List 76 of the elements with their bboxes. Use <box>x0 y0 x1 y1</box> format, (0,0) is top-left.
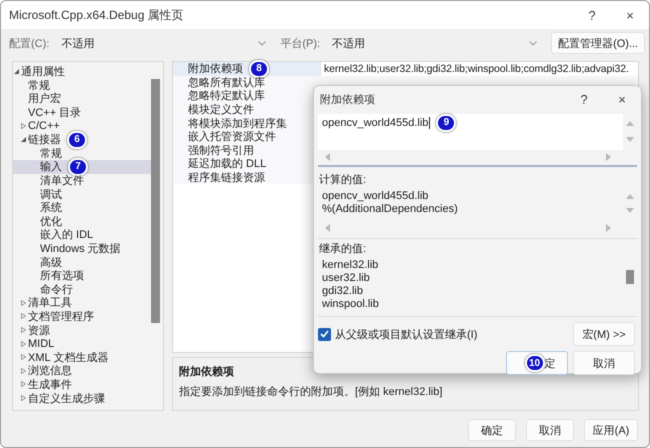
tree-item[interactable]: MIDL <box>28 338 54 350</box>
scrollbar-thumb[interactable] <box>626 270 634 284</box>
tree-item[interactable]: 嵌入的 IDL <box>40 227 94 242</box>
dialog-title: 附加依赖项 <box>320 92 375 106</box>
scroll-down-icon <box>626 207 634 215</box>
inherited-value: kernel32.lib <box>322 258 380 271</box>
tree-item[interactable]: 命令行 <box>40 282 73 297</box>
configuration-manager-button[interactable]: 配置管理器(O)... <box>551 32 646 54</box>
window-title: Microsoft.Cpp.x64.Debug 属性页 <box>9 6 184 24</box>
section-label: 继承的值: <box>318 242 368 256</box>
tree-item[interactable]: 用户宏 <box>28 91 61 106</box>
section-label: 计算的值: <box>318 173 368 187</box>
scroll-left-icon <box>324 224 332 232</box>
property-name[interactable]: 将模块添加到程序集 <box>188 116 287 131</box>
inherited-value: winspool.lib <box>322 297 380 310</box>
tree-item[interactable]: 清单文件 <box>40 173 84 188</box>
tree-item[interactable]: 浏览信息 <box>28 363 72 378</box>
close-button[interactable]: × <box>611 2 649 28</box>
computed-value: %(AdditionalDependencies) <box>322 202 458 214</box>
field-label: 平台(P): <box>280 36 320 50</box>
tree-item[interactable]: Windows 元数据 <box>40 241 121 256</box>
dialog-button[interactable]: 取消 <box>526 419 574 441</box>
tree-item[interactable]: XML 文档生成器 <box>28 350 108 365</box>
property-name[interactable]: 强制符号引用 <box>188 142 254 158</box>
computed-value: opencv_world455d.lib <box>322 190 428 202</box>
edit-field[interactable]: opencv_world455d.lib 9 <box>318 114 637 150</box>
dialog-button[interactable]: 应用(A) <box>584 419 638 441</box>
property-name[interactable]: 模块定义文件 <box>188 102 254 118</box>
tree-item[interactable]: 高级 <box>40 254 62 270</box>
field-label: 配置(C): <box>9 36 50 50</box>
property-name[interactable]: 忽略特定默认库 <box>188 88 265 104</box>
dialog-button[interactable]: 确定 <box>468 419 516 441</box>
property-name[interactable]: 附加依赖项 <box>188 61 243 76</box>
scroll-up-icon <box>626 193 634 201</box>
tree-item[interactable]: VC++ 目录 <box>28 105 82 120</box>
inherited-value: gdi32.lib <box>322 284 364 297</box>
help-button[interactable]: ? <box>573 2 611 28</box>
step-badge: 7 <box>68 158 88 176</box>
step-badge: 6 <box>67 130 87 149</box>
tree-item[interactable]: 所有选项 <box>40 268 84 284</box>
tree-item[interactable]: 文档管理程序 <box>28 308 94 324</box>
tree-item[interactable]: 生成事件 <box>28 376 72 392</box>
tree-item[interactable]: 清单工具 <box>28 295 72 310</box>
chevron-down-icon <box>258 40 266 46</box>
property-name[interactable]: 程序集链接资源 <box>188 170 265 186</box>
tree-item[interactable]: 通用属性 <box>21 64 65 80</box>
inherited-value: user32.lib <box>322 271 371 284</box>
tree-item[interactable]: 自定义生成步骤 <box>28 390 105 406</box>
tree-item[interactable]: 优化 <box>40 214 62 229</box>
step-badge: 8 <box>249 60 269 78</box>
checkbox[interactable] <box>318 328 331 340</box>
tree-item[interactable]: 输入 <box>40 159 62 174</box>
dialog-button[interactable]: 取消 <box>573 351 635 375</box>
scroll-right-icon <box>605 224 613 232</box>
chevron-down-icon <box>529 40 538 46</box>
dialog-button[interactable]: 10 定 <box>506 351 568 375</box>
checkbox-label: 从父级或项目默认设置继承(I) <box>335 328 478 342</box>
tree-item[interactable]: 常规 <box>40 146 62 161</box>
scroll-right-icon <box>605 152 613 160</box>
tree-item[interactable]: 资源 <box>28 322 50 338</box>
property-name[interactable]: 嵌入托管资源文件 <box>188 129 276 144</box>
tree-item[interactable]: 常规 <box>28 78 50 93</box>
step-badge: 9 <box>436 114 456 132</box>
description-title: 附加依赖项 <box>179 364 234 379</box>
property-row[interactable]: 附加依赖项 8 kernel32.lib;user32.lib;gdi32.lib;winspool.lib;comdlg32.lib;advapi32. <box>173 62 638 76</box>
scrollbar-thumb[interactable] <box>151 79 160 323</box>
tree-item[interactable]: C/C++ <box>28 120 60 132</box>
scroll-left-icon <box>324 152 332 160</box>
tree-item[interactable]: 调试 <box>40 186 62 202</box>
property-name[interactable]: 延迟加载的 DLL <box>188 156 266 172</box>
step-badge: 10 <box>524 354 544 372</box>
tree-item[interactable]: 链接器 <box>28 132 61 148</box>
macro-button[interactable]: 宏(M) >> <box>573 322 635 346</box>
description-text: 指定要添加到链接命令行的附加项。[例如 kernel32.lib] <box>179 384 444 399</box>
tree-item[interactable]: 系统 <box>40 200 62 216</box>
checkmark-icon <box>320 330 329 338</box>
